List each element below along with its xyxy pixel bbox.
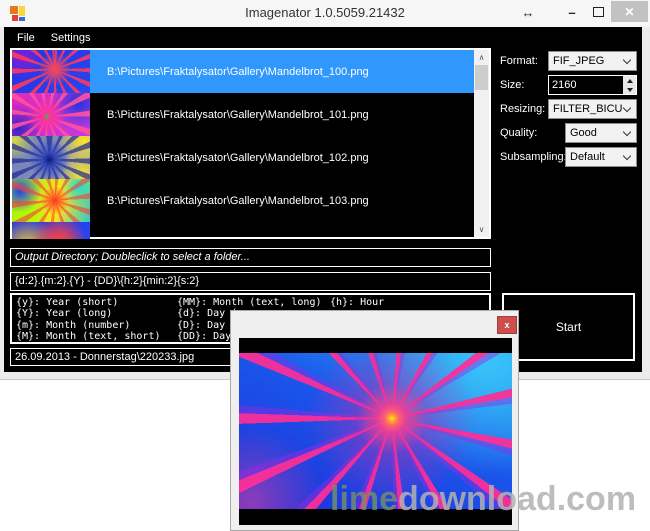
chevron-down-icon xyxy=(623,127,631,135)
fractal-thumbnail xyxy=(12,50,90,93)
file-path: B:\Pictures\Fraktalysator\Gallery\Mandel… xyxy=(90,152,369,164)
stepper-buttons xyxy=(623,76,636,94)
format-dropdown[interactable]: FIF_JPEG xyxy=(548,51,637,71)
fractal-thumbnail xyxy=(12,93,90,136)
format-value: FIF_JPEG xyxy=(553,55,622,67)
help-entry: {M}: Month (text, short) xyxy=(16,331,177,342)
start-button[interactable]: Start xyxy=(502,293,635,361)
chevron-down-icon xyxy=(623,55,631,63)
close-button[interactable]: ✕ xyxy=(611,1,648,22)
watermark-part1: lime xyxy=(330,480,398,518)
resizing-dropdown[interactable]: FILTER_BICUBI xyxy=(548,99,637,119)
stepper-up-button[interactable] xyxy=(623,76,636,85)
chevron-down-icon xyxy=(623,103,631,111)
subsampling-label: Subsampling: xyxy=(500,151,567,163)
list-item-partial[interactable] xyxy=(12,222,474,239)
preview-titlebar[interactable] xyxy=(231,311,518,338)
quality-dropdown[interactable]: Good xyxy=(565,123,637,143)
minimize-button[interactable]: – xyxy=(560,0,584,24)
triangle-down-icon xyxy=(627,88,633,92)
filename-pattern-field[interactable]: {d:2}.{m:2}.{Y} - {DD}\{h:2}{min:2}{s:2} xyxy=(10,272,491,291)
list-item[interactable]: B:\Pictures\Fraktalysator\Gallery\Mandel… xyxy=(12,179,474,222)
size-stepper[interactable]: 2160 xyxy=(548,75,637,95)
help-entry: {h}: Hour xyxy=(330,297,489,308)
format-label: Format: xyxy=(500,55,538,67)
file-path: B:\Pictures\Fraktalysator\Gallery\Mandel… xyxy=(90,66,369,78)
resizing-value: FILTER_BICUBI xyxy=(553,103,622,115)
help-entry: {m}: Month (number) xyxy=(16,320,177,331)
window-title: Imagenator 1.0.5059.21432 xyxy=(0,5,650,20)
output-directory-field[interactable]: Output Directory; Doubleclick to select … xyxy=(10,248,491,267)
scroll-down-icon[interactable]: ∨ xyxy=(474,222,489,237)
scroll-up-icon[interactable]: ∧ xyxy=(474,50,489,65)
subsampling-dropdown[interactable]: Default xyxy=(565,147,637,167)
screen: Imagenator 1.0.5059.21432 ↔ – ✕ File Set… xyxy=(0,0,650,531)
list-item[interactable]: B:\Pictures\Fraktalysator\Gallery\Mandel… xyxy=(12,136,474,179)
file-listbox: B:\Pictures\Fraktalysator\Gallery\Mandel… xyxy=(10,48,491,239)
preview-close-button[interactable]: x xyxy=(497,316,517,334)
help-entry: {MM}: Month (text, long) xyxy=(177,297,330,308)
resizing-label: Resizing: xyxy=(500,103,545,115)
maximize-button[interactable] xyxy=(586,0,610,24)
stepper-down-button[interactable] xyxy=(623,85,636,94)
scrollbar-thumb[interactable] xyxy=(475,65,488,90)
quality-label: Quality: xyxy=(500,127,537,139)
menubar: File Settings xyxy=(4,27,642,48)
list-item[interactable]: B:\Pictures\Fraktalysator\Gallery\Mandel… xyxy=(12,50,474,93)
list-scrollbar[interactable]: ∧ ∨ xyxy=(474,50,489,237)
subsampling-value: Default xyxy=(570,151,622,163)
watermark-part2: download.com xyxy=(398,480,636,518)
quality-value: Good xyxy=(570,127,622,139)
fractal-thumbnail xyxy=(12,179,90,222)
maximize-icon xyxy=(593,7,604,17)
fractal-thumbnail xyxy=(12,222,90,239)
size-value: 2160 xyxy=(549,79,623,91)
help-entry: {Y}: Year (long) xyxy=(16,308,177,319)
titlebar[interactable]: Imagenator 1.0.5059.21432 ↔ – ✕ xyxy=(0,0,650,27)
triangle-up-icon xyxy=(627,79,633,83)
resize-arrows-icon[interactable]: ↔ xyxy=(515,0,541,24)
file-path: B:\Pictures\Fraktalysator\Gallery\Mandel… xyxy=(90,109,369,121)
file-path: B:\Pictures\Fraktalysator\Gallery\Mandel… xyxy=(90,195,369,207)
menu-file[interactable]: File xyxy=(9,32,43,44)
help-entry: {y}: Year (short) xyxy=(16,297,177,308)
fractal-thumbnail xyxy=(12,136,90,179)
size-label: Size: xyxy=(500,79,524,91)
chevron-down-icon xyxy=(623,151,631,159)
list-item[interactable]: B:\Pictures\Fraktalysator\Gallery\Mandel… xyxy=(12,93,474,136)
menu-settings[interactable]: Settings xyxy=(43,32,99,44)
watermark: limedownload.com xyxy=(330,480,636,519)
